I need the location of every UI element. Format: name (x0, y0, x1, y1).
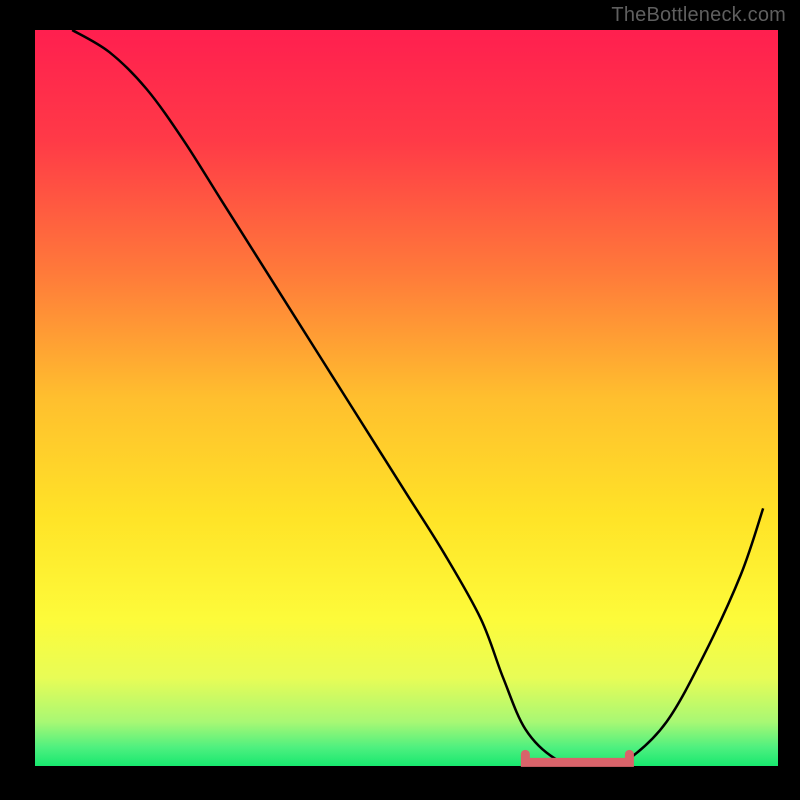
bottleneck-chart (0, 0, 800, 800)
attribution-text: TheBottleneck.com (611, 4, 786, 27)
plot-background (35, 30, 778, 766)
